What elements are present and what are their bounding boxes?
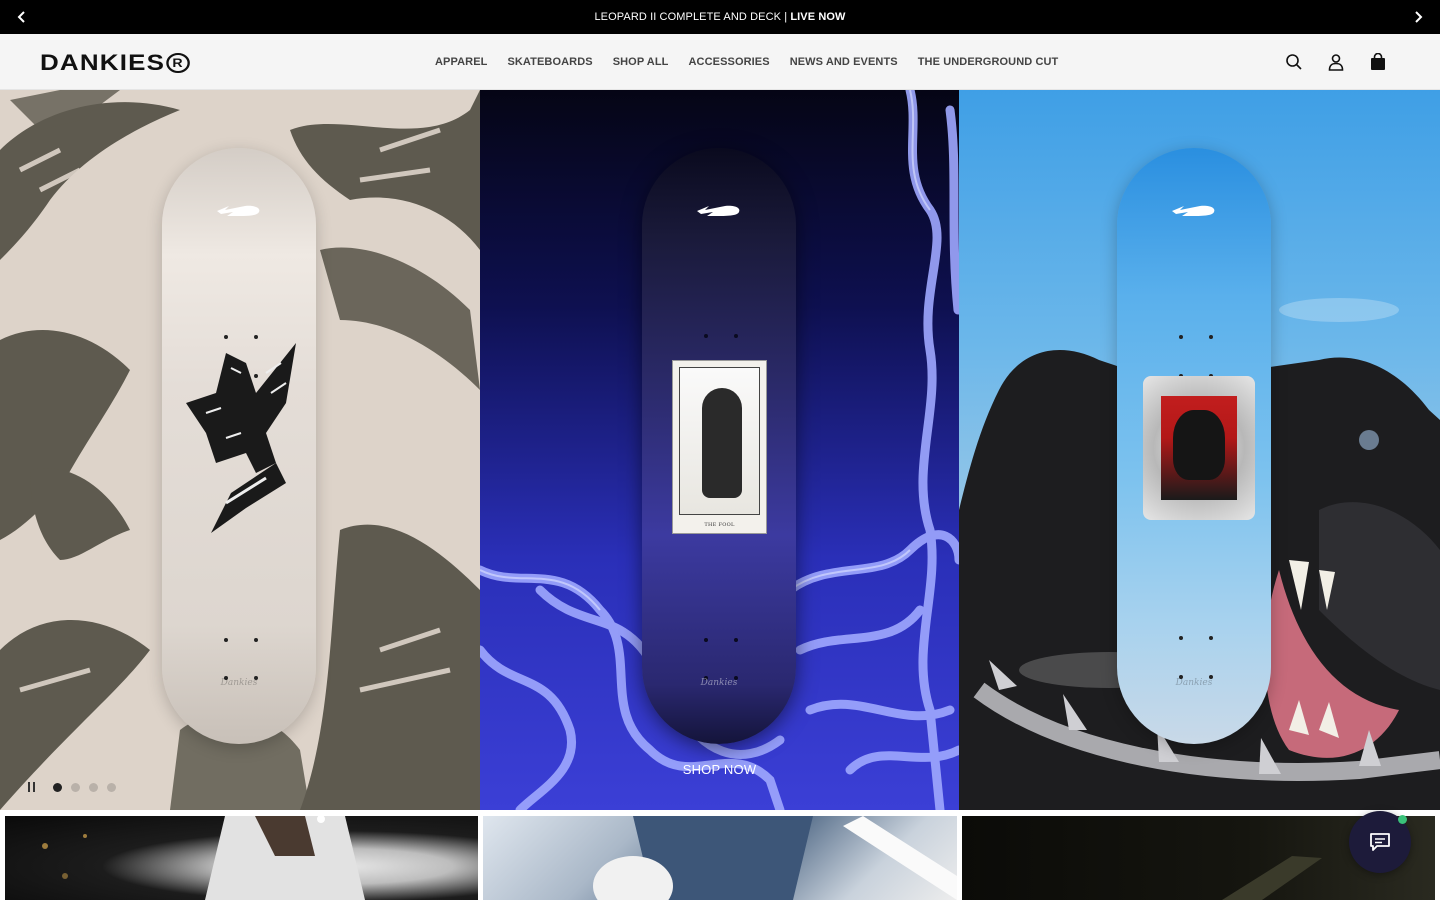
- site-logo[interactable]: DANKIES R: [40, 50, 190, 76]
- brand-mark-icon: [697, 205, 740, 216]
- hero-panel-falcon[interactable]: Dankies: [0, 90, 480, 810]
- slider-controls: [24, 780, 116, 794]
- site-header: DANKIES R APPAREL SKATEBOARDS SHOP ALL AC…: [0, 34, 1440, 90]
- tarot-card-label: THE FOOL: [704, 522, 735, 528]
- slider-dot-2[interactable]: [71, 782, 80, 792]
- search-button[interactable]: [1284, 52, 1304, 72]
- header-actions: [1284, 34, 1388, 90]
- tile-photo: [593, 816, 957, 900]
- shop-now-button[interactable]: SHOP NOW: [480, 762, 959, 777]
- slider-dot-1[interactable]: [53, 782, 62, 792]
- registered-mark: R: [166, 53, 190, 73]
- tile-photo: [42, 816, 365, 900]
- chevron-left-icon: [17, 11, 25, 23]
- nav-item-apparel[interactable]: APPAREL: [435, 56, 487, 68]
- brand-mark-icon: [1172, 205, 1215, 216]
- account-button[interactable]: [1326, 52, 1346, 72]
- panther-portrait: [1173, 410, 1225, 480]
- truck-bolt: [704, 334, 708, 338]
- account-icon: [1328, 54, 1344, 71]
- chevron-right-icon: [1415, 11, 1423, 23]
- announcement-next-button[interactable]: [1401, 0, 1435, 34]
- announcement-bar: LEOPARD II COMPLETE AND DECK | LIVE NOW: [0, 0, 1440, 34]
- slider-dot-3[interactable]: [89, 782, 98, 792]
- featured-tile-1[interactable]: [5, 816, 478, 900]
- slider-pause-button[interactable]: [24, 780, 38, 794]
- announcement-highlight[interactable]: LIVE NOW: [790, 11, 845, 23]
- chat-widget-button[interactable]: [1349, 811, 1411, 873]
- truck-bolt: [1209, 636, 1213, 640]
- nav-item-news-and-events[interactable]: NEWS AND EVENTS: [790, 56, 898, 68]
- announcement-text[interactable]: LEOPARD II COMPLETE AND DECK | LIVE NOW: [594, 11, 845, 23]
- brand-mark-icon: [217, 205, 260, 216]
- hero-panel-panther[interactable]: Dankies: [959, 90, 1440, 810]
- chat-icon: [1370, 833, 1390, 851]
- truck-bolt: [254, 335, 258, 339]
- search-icon: [1286, 54, 1302, 70]
- fool-figure: [702, 388, 742, 498]
- truck-bolt: [704, 638, 708, 642]
- main-nav: APPAREL SKATEBOARDS SHOP ALL ACCESSORIES…: [435, 34, 1058, 90]
- nav-item-accessories[interactable]: ACCESSORIES: [689, 56, 770, 68]
- hero-slider: Dankies Dankies THE FOOL SHOP NOW Dankie…: [0, 90, 1440, 810]
- truck-bolt: [224, 335, 228, 339]
- pause-icon: [27, 782, 30, 792]
- truck-bolt: [1179, 636, 1183, 640]
- tarot-card-graphic: THE FOOL: [672, 360, 767, 534]
- nav-item-skateboards[interactable]: SKATEBOARDS: [507, 56, 592, 68]
- truck-bolt: [224, 638, 228, 642]
- ornate-frame-graphic: [1143, 376, 1255, 520]
- cart-icon: [1371, 53, 1385, 70]
- truck-bolt: [1209, 335, 1213, 339]
- truck-bolt: [254, 638, 258, 642]
- falcon-skate-deck[interactable]: Dankies: [162, 148, 316, 744]
- deck-signature: Dankies: [700, 678, 738, 688]
- falcon-graphic: [186, 343, 296, 533]
- truck-bolt: [1179, 335, 1183, 339]
- featured-tile-2[interactable]: [483, 816, 957, 900]
- featured-tiles: [0, 810, 1440, 900]
- deck-signature: Dankies: [220, 678, 258, 688]
- nav-item-shop-all[interactable]: SHOP ALL: [613, 56, 669, 68]
- hero-panel-the-fool[interactable]: Dankies THE FOOL SHOP NOW: [480, 90, 959, 810]
- slider-dot-4[interactable]: [107, 782, 116, 792]
- cart-button[interactable]: [1368, 52, 1388, 72]
- online-indicator: [1398, 815, 1407, 824]
- truck-bolt: [734, 334, 738, 338]
- truck-bolt: [734, 638, 738, 642]
- deck-signature: Dankies: [1175, 678, 1213, 688]
- announcement-prev-button[interactable]: [5, 0, 39, 34]
- nav-item-underground-cut[interactable]: THE UNDERGROUND CUT: [918, 56, 1059, 68]
